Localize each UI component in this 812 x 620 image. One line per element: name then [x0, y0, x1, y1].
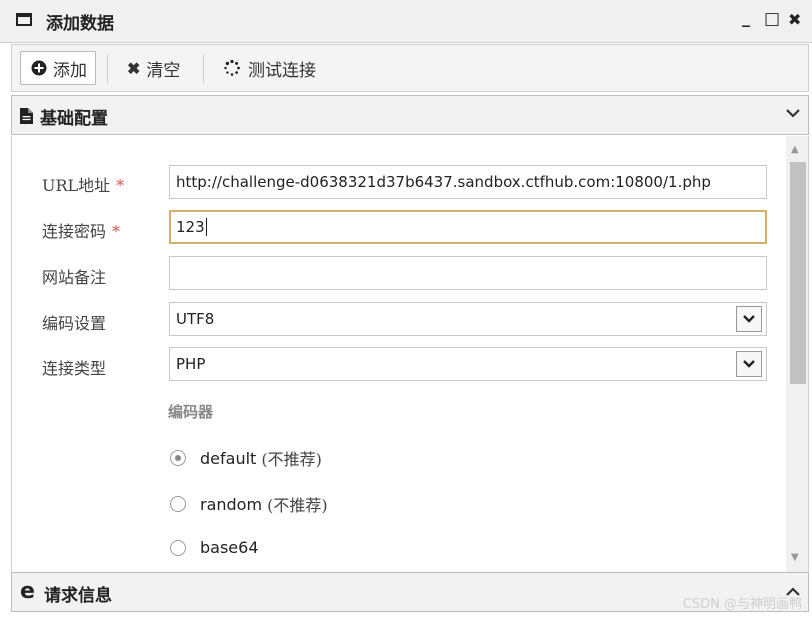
section-basic-title: 基础配置: [40, 109, 108, 129]
encoder-option-default[interactable]: default (不推荐): [170, 446, 322, 470]
type-label: 连接类型: [42, 359, 107, 378]
chevron-down-icon[interactable]: [736, 306, 762, 332]
maximize-button[interactable]: □: [764, 9, 780, 29]
required-marker: *: [112, 222, 121, 241]
encoding-label: 编码设置: [42, 314, 107, 333]
encoder-option-base64[interactable]: base64: [170, 538, 259, 557]
note-label: 网站备注: [42, 268, 107, 287]
basic-config-panel: URL地址 * http://challenge-d0638321d37b6437…: [11, 136, 809, 572]
vertical-scrollbar[interactable]: ▲ ▼: [786, 136, 808, 572]
test-connection-label: 测试连接: [248, 60, 316, 81]
radio-button[interactable]: [170, 496, 186, 512]
add-button[interactable]: 添加: [20, 51, 96, 85]
scroll-down-arrow[interactable]: ▼: [791, 552, 799, 563]
clear-button[interactable]: ✖ 清空: [127, 51, 180, 85]
clear-button-label: 清空: [146, 60, 181, 81]
type-value: PHP: [176, 355, 206, 373]
file-icon: [20, 108, 33, 124]
add-button-label: 添加: [53, 60, 87, 81]
times-icon: ✖: [127, 58, 141, 78]
minimize-button[interactable]: _: [742, 8, 750, 27]
url-input[interactable]: http://challenge-d0638321d37b6437.sandbo…: [169, 165, 767, 199]
toolbar-divider: [107, 54, 108, 84]
section-request-title: 请求信息: [44, 586, 112, 606]
note-input[interactable]: [169, 256, 767, 290]
section-basic-config[interactable]: 基础配置: [11, 95, 809, 135]
scroll-up-arrow[interactable]: ▲: [791, 144, 799, 155]
scrollbar-thumb[interactable]: [790, 162, 806, 384]
text-cursor: [205, 218, 207, 236]
encoding-select[interactable]: UTF8: [169, 302, 767, 336]
watermark: CSDN @与神明画鸭: [682, 597, 802, 612]
title-bar: 添加数据 _ □ ✖: [0, 0, 812, 43]
password-label: 连接密码 *: [42, 218, 120, 242]
test-connection-button[interactable]: 测试连接: [223, 51, 316, 85]
radio-button[interactable]: [170, 450, 186, 466]
option-name: base64: [200, 538, 259, 557]
option-name: default: [200, 448, 257, 468]
window-icon: [16, 13, 32, 26]
close-button[interactable]: ✖: [788, 10, 801, 29]
plus-circle-icon: [31, 60, 47, 76]
ie-icon: e: [20, 579, 35, 604]
spinner-icon: [224, 59, 240, 76]
option-note: (不推荐): [261, 450, 322, 469]
option-name: random: [200, 494, 263, 514]
required-marker: *: [116, 176, 125, 195]
password-label-text: 连接密码: [42, 222, 107, 241]
encoder-label: 编码器: [168, 403, 214, 421]
chevron-down-icon[interactable]: [736, 351, 762, 377]
window-title: 添加数据: [46, 14, 114, 34]
radio-button[interactable]: [170, 539, 186, 556]
option-note: (不推荐): [267, 496, 328, 515]
encoding-value: UTF8: [176, 310, 215, 328]
password-input[interactable]: 123: [169, 210, 767, 244]
chevron-down-icon[interactable]: [786, 106, 800, 122]
toolbar: 添加 ✖ 清空 测试连接: [11, 44, 809, 92]
type-select[interactable]: PHP: [169, 347, 767, 381]
encoder-option-random[interactable]: random (不推荐): [170, 492, 328, 516]
password-value: 123: [176, 218, 205, 236]
url-label: URL地址 *: [42, 172, 124, 196]
url-label-text: URL地址: [42, 176, 111, 195]
toolbar-divider: [203, 54, 204, 84]
